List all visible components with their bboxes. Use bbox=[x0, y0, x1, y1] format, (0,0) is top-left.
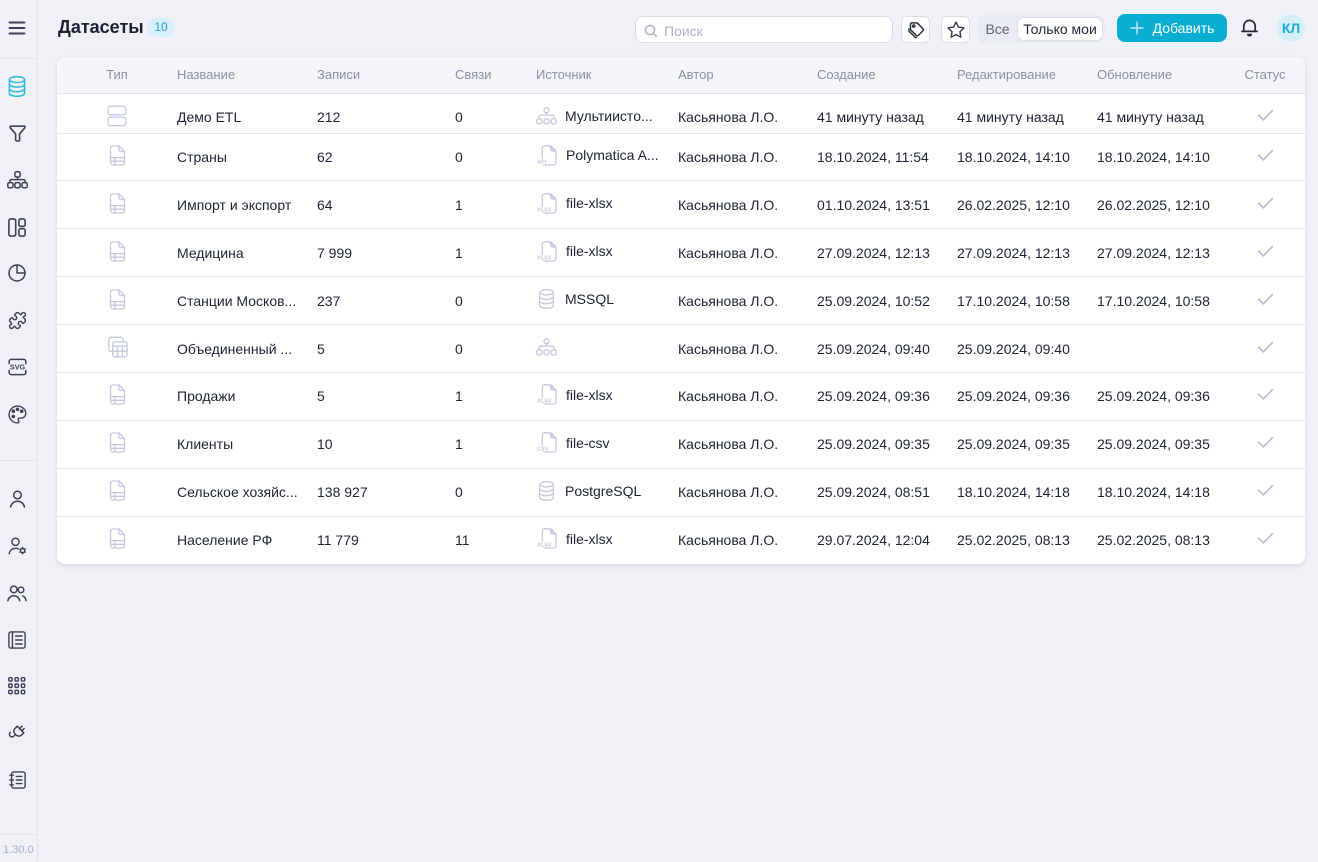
svg-text:XLSX: XLSX bbox=[537, 255, 552, 261]
svg-text:XLSX: XLSX bbox=[537, 207, 552, 213]
svg-text:XLSX: XLSX bbox=[537, 543, 552, 549]
svg-text:CSV: CSV bbox=[537, 447, 549, 453]
svg-text:SVG: SVG bbox=[9, 363, 25, 372]
svg-text:XLSX: XLSX bbox=[537, 399, 552, 405]
svg-text:API: API bbox=[537, 159, 547, 165]
